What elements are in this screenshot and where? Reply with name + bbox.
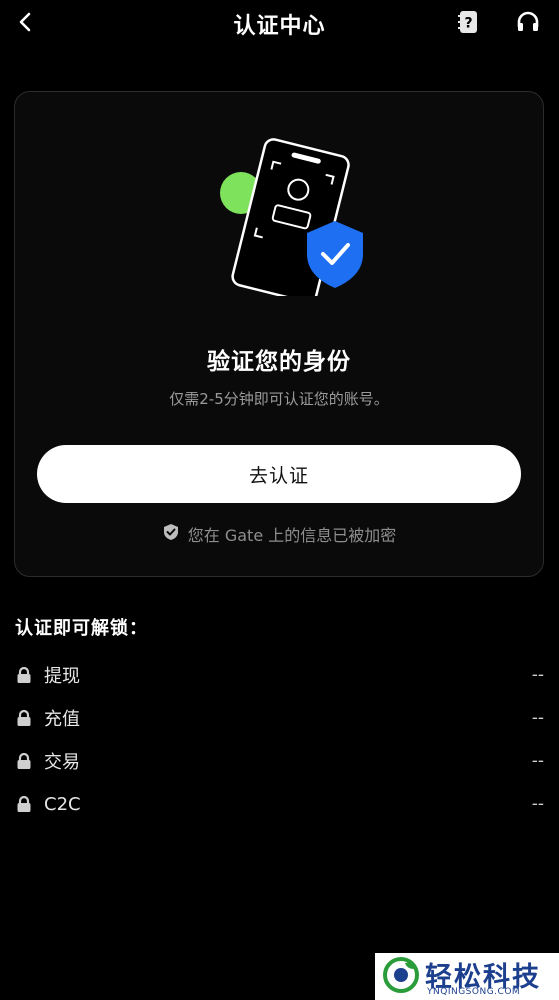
feature-label: C2C — [44, 793, 81, 815]
card-title: 验证您的身份 — [207, 349, 351, 375]
feature-label: 交易 — [44, 752, 80, 773]
id-card-shield-illustration — [205, 126, 375, 304]
secure-note-text: 您在 Gate 上的信息已被加密 — [187, 526, 397, 545]
watermark-logo-icon — [383, 957, 419, 993]
help-book-icon: ? — [455, 9, 481, 39]
feature-row-trade: 交易 -- — [15, 746, 544, 776]
headset-icon — [515, 9, 541, 39]
feature-label: 提现 — [44, 666, 80, 687]
support-button[interactable] — [512, 8, 544, 40]
help-button[interactable]: ? — [452, 8, 484, 40]
svg-text:?: ? — [464, 16, 472, 32]
site-watermark: 轻松科技 YNQINGSONG.COM — [375, 953, 559, 1000]
feature-value: -- — [531, 794, 544, 814]
lock-icon — [15, 795, 35, 813]
feature-row-c2c: C2C -- — [15, 789, 544, 819]
lock-icon — [15, 666, 35, 684]
shield-check-icon — [162, 523, 180, 545]
feature-value: -- — [531, 708, 544, 728]
verification-center-page: 认证中心 ? 验证您的身份 仅需2-5分钟即可认证您的账号。 去认证 您在 Ga… — [0, 0, 559, 1000]
feature-row-deposit: 充值 -- — [15, 703, 544, 733]
verify-card: 验证您的身份 仅需2-5分钟即可认证您的账号。 去认证 您在 Gate 上的信息… — [14, 91, 544, 577]
unlock-section-title: 认证即可解锁： — [15, 618, 148, 639]
card-subtitle: 仅需2-5分钟即可认证您的账号。 — [169, 390, 389, 408]
lock-icon — [15, 709, 35, 727]
feature-row-withdraw: 提现 -- — [15, 660, 544, 690]
feature-value: -- — [531, 751, 544, 771]
watermark-subtext: YNQINGSONG.COM — [427, 987, 521, 997]
secure-note: 您在 Gate 上的信息已被加密 — [15, 522, 543, 546]
lock-icon — [15, 752, 35, 770]
feature-value: -- — [531, 665, 544, 685]
header: 认证中心 ? — [0, 0, 559, 48]
go-verify-button[interactable]: 去认证 — [37, 445, 521, 503]
feature-label: 充值 — [44, 709, 80, 730]
